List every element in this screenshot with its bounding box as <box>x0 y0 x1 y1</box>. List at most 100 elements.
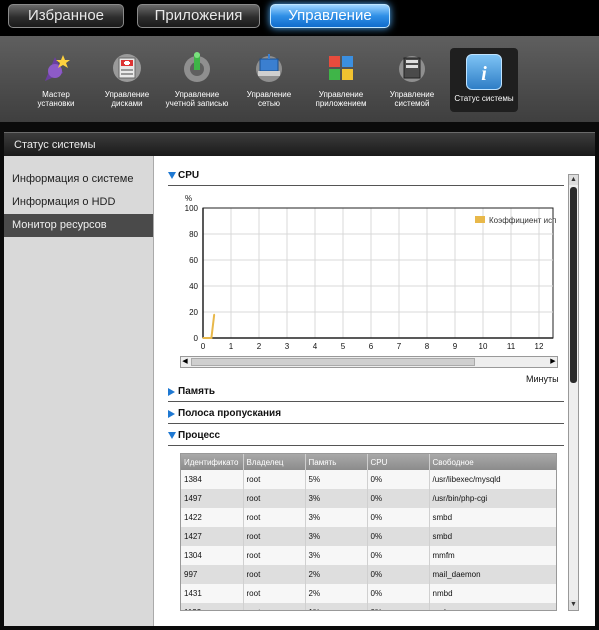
scroll-down-icon[interactable]: ▼ <box>569 600 578 610</box>
table-cell: 3% <box>305 527 368 546</box>
management-toolbar: Мастер установки Управление дисками Упра… <box>0 36 599 122</box>
tab-applications[interactable]: Приложения <box>137 4 260 28</box>
data-point <box>202 337 204 339</box>
toolbar-label: Управление приложением <box>315 90 367 108</box>
scroll-up-icon[interactable]: ▲ <box>569 175 578 185</box>
table-cell: 3% <box>305 546 368 565</box>
accordion-label: CPU <box>178 170 200 181</box>
table-cell: 0% <box>367 527 430 546</box>
table-row[interactable]: 1384 root 5% 0%/usr/libexec/mysqld <box>181 470 556 489</box>
panel-vertical-scrollbar[interactable]: ▲ ▼ <box>568 174 579 611</box>
accordion-bandwidth[interactable]: Полоса пропускания <box>168 406 564 424</box>
table-row[interactable]: 1431 root 2% 0% nmbd <box>181 584 556 603</box>
toolbar-system-status[interactable]: i Статус системы <box>450 48 518 112</box>
sidebar-item-hdd-info[interactable]: Информация о HDD <box>4 191 153 214</box>
accordion-cpu[interactable]: CPU <box>168 168 564 186</box>
table-cell: 1304 <box>181 546 244 565</box>
x-tick-label: 5 <box>341 342 346 351</box>
chevron-right-icon <box>168 388 175 396</box>
table-cell: 0% <box>367 603 430 610</box>
data-point <box>213 313 215 316</box>
content-area: Информация о системе Информация о HDD Мо… <box>4 156 595 626</box>
table-cell: 1422 <box>181 508 244 527</box>
table-cell: mail_daemon <box>429 565 556 584</box>
sidebar: Информация о системе Информация о HDD Мо… <box>4 156 154 626</box>
table-row[interactable]: 1133root1%0%and <box>181 603 556 610</box>
table-cell: smbd <box>429 508 556 527</box>
y-tick-label: 40 <box>189 282 198 291</box>
table-cell: 0% <box>367 546 430 565</box>
column-header-cpu[interactable]: CPU <box>367 454 430 470</box>
resource-monitor-panel: CPU % 0 20 40 60 80 100 0 1 2 3 4 5 6 7 8 9 10 11 12 Коэффиц… <box>154 156 595 626</box>
tab-favorites[interactable]: Избранное <box>8 4 124 28</box>
x-tick-label: 12 <box>535 342 544 351</box>
toolbar-system-management[interactable]: Управление системой <box>379 50 445 122</box>
sidebar-item-system-info[interactable]: Информация о системе <box>4 168 153 191</box>
toolbar-network-management[interactable]: Управление сетью <box>236 50 302 122</box>
legend-label: Коэффициент исп <box>489 216 556 225</box>
table-cell: and <box>429 603 556 610</box>
table-cell: mmfm <box>429 546 556 565</box>
toolbar-label: Мастер установки <box>37 90 75 108</box>
process-table: Идентификато Владелец Память CPU Свободн… <box>180 453 557 611</box>
chart-horizontal-scrollbar[interactable]: ◀ ▶ <box>180 356 558 368</box>
table-cell: nmbd <box>429 584 556 603</box>
toolbar-disk-management[interactable]: Управление дисками <box>94 50 160 122</box>
table-cell: 0% <box>367 489 430 508</box>
y-tick-label: 60 <box>189 256 198 265</box>
accordion-label: Память <box>178 386 216 397</box>
table-cell: 2% <box>305 584 368 603</box>
table-cell: 997 <box>181 565 244 584</box>
table-cell: root <box>243 603 306 610</box>
table-cell: root <box>243 470 306 489</box>
table-cell: 0% <box>367 508 430 527</box>
panel-scroll-thumb[interactable] <box>570 187 577 383</box>
x-tick-label: 4 <box>313 342 318 351</box>
toolbar-label: Управление учетной записью <box>165 90 229 108</box>
x-tick-label: 7 <box>397 342 402 351</box>
x-tick-label: 10 <box>479 342 488 351</box>
table-cell: smbd <box>429 527 556 546</box>
toolbar-setup-wizard[interactable]: Мастер установки <box>23 50 89 122</box>
wizard-icon <box>38 50 74 86</box>
table-row[interactable]: 1304 root 3% 0% mmfm <box>181 546 556 565</box>
scroll-left-icon[interactable]: ◀ <box>181 357 189 367</box>
table-cell: 2% <box>305 565 368 584</box>
tab-management[interactable]: Управление <box>270 4 390 28</box>
svg-text:i: i <box>481 63 487 85</box>
table-cell: root <box>243 584 306 603</box>
table-row[interactable]: 1422 root 3% 0% smbd <box>181 508 556 527</box>
toolbar-account-management[interactable]: Управление учетной записью <box>164 50 230 122</box>
network-management-icon <box>251 50 287 86</box>
sidebar-item-resource-monitor[interactable]: Монитор ресурсов <box>4 214 153 237</box>
table-row[interactable]: 997 root 2% 0% mail_daemon <box>181 565 556 584</box>
table-header-row: Идентификато Владелец Память CPU Свободн… <box>181 454 556 470</box>
toolbar-label: Управление дисками <box>104 90 150 108</box>
table-cell: 0% <box>367 565 430 584</box>
accordion-label: Процесс <box>178 430 221 441</box>
x-tick-label: 8 <box>425 342 430 351</box>
y-tick-label: 0 <box>194 334 199 343</box>
accordion-memory[interactable]: Память <box>168 384 564 402</box>
column-header-command[interactable]: Свободное <box>429 454 556 470</box>
chevron-down-icon <box>168 432 176 439</box>
toolbar-application-management[interactable]: Управление приложением <box>308 50 374 122</box>
table-cell: root <box>243 546 306 565</box>
column-header-memory[interactable]: Память <box>305 454 368 470</box>
scroll-right-icon[interactable]: ▶ <box>549 357 557 367</box>
toolbar-label: Управление сетью <box>246 90 292 108</box>
table-cell: root <box>243 489 306 508</box>
toolbar-label: Управление системой <box>389 90 435 108</box>
x-tick-label: 2 <box>257 342 262 351</box>
y-tick-label: 20 <box>189 308 198 317</box>
chart-scroll-thumb[interactable] <box>191 358 475 366</box>
table-cell: 1497 <box>181 489 244 508</box>
table-row[interactable]: 1427 root 3% 0% smbd <box>181 527 556 546</box>
table-cell: 3% <box>305 489 368 508</box>
data-point <box>210 337 213 339</box>
table-cell: 1133 <box>181 603 244 610</box>
column-header-pid[interactable]: Идентификато <box>181 454 244 470</box>
accordion-process[interactable]: Процесс <box>168 428 564 446</box>
column-header-owner[interactable]: Владелец <box>243 454 306 470</box>
table-row[interactable]: 1497 root 3% 0%/usr/bin/php-cgi <box>181 489 556 508</box>
